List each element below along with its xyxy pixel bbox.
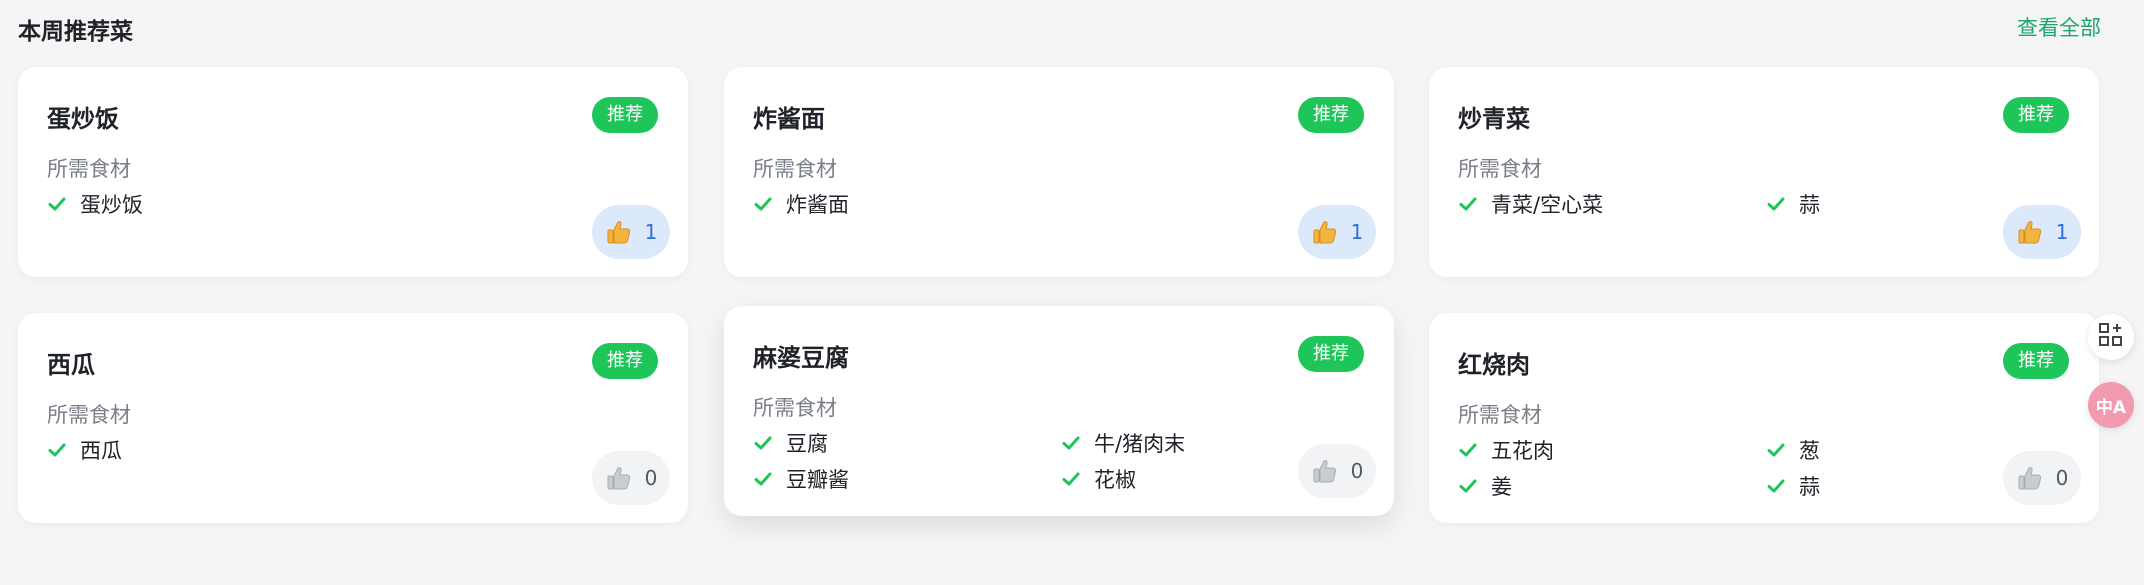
ingredients-label: 所需食材	[753, 396, 837, 420]
ingredients-label: 所需食材	[47, 403, 131, 427]
check-icon	[47, 440, 67, 460]
ingredient-name: 五花肉	[1491, 439, 1554, 463]
like-count: 1	[644, 220, 658, 244]
ingredient-name: 西瓜	[80, 439, 122, 463]
ingredient-list: 豆腐 牛/猪肉末豆瓣酱 花椒	[753, 430, 1353, 492]
like-count: 1	[1350, 220, 1364, 244]
check-icon	[1766, 476, 1786, 496]
apps-add-button[interactable]	[2088, 314, 2134, 360]
like-count: 1	[2055, 220, 2069, 244]
ingredients-label: 所需食材	[1458, 403, 1542, 427]
ingredient-name: 葱	[1799, 439, 1820, 463]
check-icon	[47, 194, 67, 214]
dish-name: 西瓜	[47, 351, 95, 379]
dish-card[interactable]: 麻婆豆腐 推荐所需食材豆腐 牛/猪肉末豆瓣酱 花椒 0	[724, 306, 1394, 516]
ingredient-item: 姜	[1458, 473, 1766, 499]
dish-card[interactable]: 西瓜 推荐 所需食材 西瓜 0	[18, 313, 688, 523]
ingredients-label: 所需食材	[1458, 157, 1542, 181]
ingredient-name: 青菜/空心菜	[1491, 193, 1604, 217]
thumbs-up-icon	[605, 464, 633, 492]
like-button[interactable]: 0	[2003, 451, 2081, 505]
dish-card[interactable]: 蛋炒饭 推荐 所需食材 蛋炒饭 1	[18, 67, 688, 277]
recommend-badge: 推荐	[1298, 97, 1364, 133]
check-icon	[1458, 440, 1478, 460]
ingredient-name: 蛋炒饭	[80, 193, 143, 217]
ingredients-label: 所需食材	[47, 157, 131, 181]
ingredient-name: 炸酱面	[786, 193, 849, 217]
apps-add-icon	[2098, 322, 2124, 352]
thumbs-up-icon	[2016, 218, 2044, 246]
ingredient-list: 青菜/空心菜 蒜	[1458, 191, 2058, 217]
like-button[interactable]: 0	[1298, 444, 1376, 498]
ingredients-label: 所需食材	[753, 157, 837, 181]
translate-button[interactable]: 中A	[2088, 382, 2134, 428]
ingredient-item: 西瓜	[47, 437, 355, 463]
check-icon	[753, 433, 773, 453]
ingredient-item: 豆瓣酱	[753, 466, 1061, 492]
ingredient-item: 青菜/空心菜	[1458, 191, 1766, 217]
recommend-badge: 推荐	[2003, 343, 2069, 379]
ingredient-name: 豆瓣酱	[786, 468, 849, 492]
dish-name: 麻婆豆腐	[753, 344, 849, 372]
ingredient-list: 蛋炒饭	[47, 191, 647, 217]
dish-name: 炒青菜	[1458, 105, 1530, 133]
like-button[interactable]: 0	[592, 451, 670, 505]
like-count: 0	[1350, 459, 1364, 483]
translate-icon: 中A	[2095, 397, 2127, 418]
thumbs-up-icon	[1311, 218, 1339, 246]
thumbs-up-icon	[605, 218, 633, 246]
ingredient-item: 炸酱面	[753, 191, 1061, 217]
ingredient-name: 花椒	[1094, 468, 1136, 492]
like-count: 0	[644, 466, 658, 490]
check-icon	[1061, 433, 1081, 453]
recommend-badge: 推荐	[592, 343, 658, 379]
ingredient-item: 蛋炒饭	[47, 191, 355, 217]
thumbs-up-icon	[2016, 464, 2044, 492]
ingredient-name: 姜	[1491, 475, 1512, 499]
recommend-badge: 推荐	[1298, 336, 1364, 372]
check-icon	[1458, 476, 1478, 496]
view-all-link[interactable]: 查看全部	[2017, 12, 2101, 42]
ingredient-list: 炸酱面	[753, 191, 1353, 217]
dish-card[interactable]: 炒青菜 推荐所需食材青菜/空心菜 蒜 1	[1429, 67, 2099, 277]
ingredient-list: 西瓜	[47, 437, 647, 463]
thumbs-up-icon	[1311, 457, 1339, 485]
recommend-badge: 推荐	[2003, 97, 2069, 133]
ingredient-item: 豆腐	[753, 430, 1061, 456]
check-icon	[1061, 469, 1081, 489]
ingredient-list: 五花肉 葱姜 蒜	[1458, 437, 2058, 499]
ingredient-name: 牛/猪肉末	[1094, 432, 1186, 456]
like-button[interactable]: 1	[1298, 205, 1376, 259]
dish-card[interactable]: 红烧肉 推荐所需食材五花肉 葱姜 蒜 0	[1429, 313, 2099, 523]
dish-name: 蛋炒饭	[47, 105, 119, 133]
ingredient-name: 蒜	[1799, 475, 1820, 499]
check-icon	[753, 469, 773, 489]
like-count: 0	[2055, 466, 2069, 490]
ingredient-item: 五花肉	[1458, 437, 1766, 463]
ingredient-name: 豆腐	[786, 432, 828, 456]
check-icon	[753, 194, 773, 214]
dish-card[interactable]: 炸酱面 推荐 所需食材 炸酱面 1	[724, 67, 1394, 277]
ingredient-name: 蒜	[1799, 193, 1820, 217]
check-icon	[1766, 194, 1786, 214]
like-button[interactable]: 1	[592, 205, 670, 259]
check-icon	[1766, 440, 1786, 460]
section-title: 本周推荐菜	[18, 19, 133, 45]
recommend-badge: 推荐	[592, 97, 658, 133]
dish-name: 红烧肉	[1458, 351, 1530, 379]
check-icon	[1458, 194, 1478, 214]
dish-name: 炸酱面	[753, 105, 825, 133]
like-button[interactable]: 1	[2003, 205, 2081, 259]
